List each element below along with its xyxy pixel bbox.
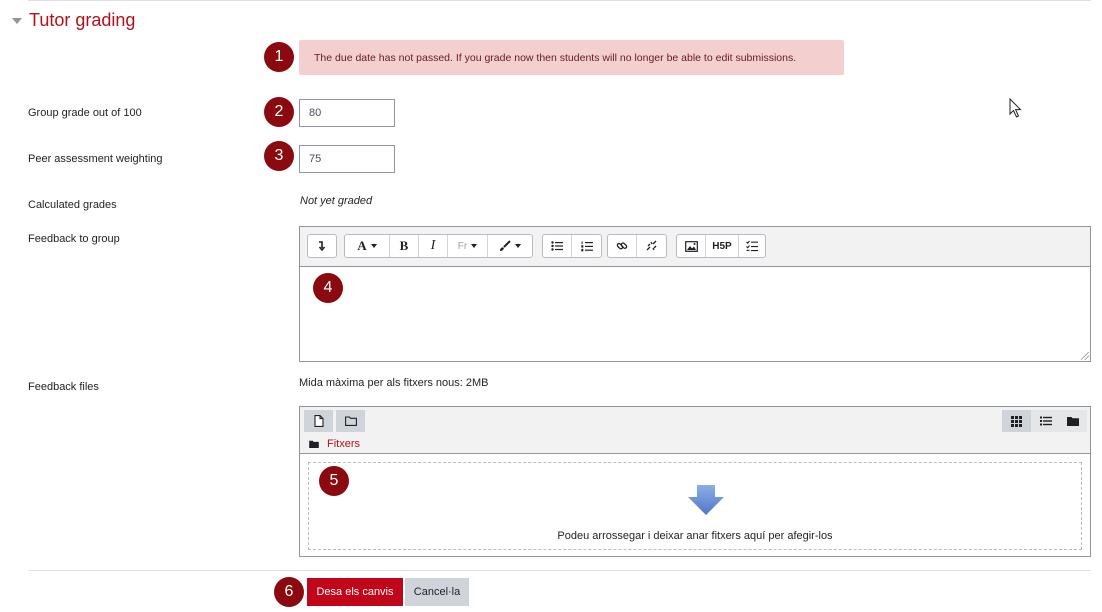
file-manager: Fitxers Podeu arrossegar i deixar anar f… <box>299 406 1091 557</box>
add-file-button[interactable] <box>304 410 333 432</box>
image-icon <box>684 240 698 252</box>
cancel-button[interactable]: Cancel·la <box>405 578 469 606</box>
paintbrush-icon <box>500 240 511 251</box>
list-icon <box>1039 416 1052 426</box>
section-title: Tutor grading <box>29 10 136 30</box>
checklist-icon <box>746 240 758 252</box>
max-file-size: Mida màxima per als fitxers nous: 2MB <box>299 377 489 389</box>
toolbar-group-links <box>607 234 667 258</box>
show-more-icon <box>318 241 326 251</box>
italic-button[interactable]: I <box>419 235 448 257</box>
feedback-editor: A B I Fr H5P <box>299 226 1091 362</box>
create-folder-button[interactable] <box>336 410 365 432</box>
toolbar-group-lists <box>542 234 602 258</box>
bullet-list-icon <box>551 241 563 251</box>
toolbar-group-style: A B I Fr <box>344 234 533 258</box>
section-toggle[interactable]: Tutor grading <box>12 10 135 31</box>
link-button[interactable] <box>608 235 637 257</box>
resize-handle-icon[interactable] <box>1081 352 1089 360</box>
h5p-button[interactable]: H5P <box>706 235 739 257</box>
view-tree-button[interactable] <box>1058 410 1087 432</box>
toolbar-group-collapse <box>307 234 337 258</box>
group-grade-label: Group grade out of 100 <box>28 107 142 119</box>
unordered-list-button[interactable] <box>543 235 572 257</box>
dropdown-caret-icon <box>471 244 478 248</box>
language-button[interactable]: Fr <box>448 235 488 257</box>
file-dropzone[interactable]: Podeu arrossegar i deixar anar fitxers a… <box>308 462 1082 550</box>
show-more-button[interactable] <box>308 235 336 257</box>
feedback-label: Feedback to group <box>28 233 120 245</box>
annotation-badge-5: 5 <box>319 466 349 496</box>
toolbar-group-media: H5P <box>676 234 766 258</box>
unlink-icon <box>646 240 656 251</box>
annotation-badge-6: 6 <box>274 577 304 607</box>
group-grade-input[interactable] <box>299 99 395 127</box>
numbered-list-icon <box>580 241 593 251</box>
top-divider <box>28 0 1091 1</box>
calculated-grades-label: Calculated grades <box>28 199 117 211</box>
paragraph-style-button[interactable]: A <box>345 235 390 257</box>
feedback-textarea[interactable] <box>300 267 1090 361</box>
collapse-caret-icon <box>12 18 22 24</box>
feedback-files-label: Feedback files <box>28 381 99 393</box>
unlink-button[interactable] <box>637 235 666 257</box>
annotation-badge-4: 4 <box>313 273 343 303</box>
link-icon <box>616 242 628 250</box>
language-label: Fr <box>457 240 468 252</box>
ordered-list-button[interactable] <box>572 235 601 257</box>
annotation-badge-1: 1 <box>264 42 294 72</box>
file-icon <box>313 415 324 427</box>
save-changes-button[interactable]: Desa els canvis <box>307 578 403 606</box>
peer-weighting-input[interactable] <box>299 145 395 173</box>
folder-icon <box>1066 417 1079 426</box>
calculated-grades-value: Not yet graded <box>300 195 373 207</box>
dropzone-text: Podeu arrossegar i deixar anar fitxers a… <box>557 530 833 542</box>
accessibility-checker-button[interactable] <box>739 235 765 257</box>
text-color-button[interactable] <box>488 235 532 257</box>
mouse-pointer-icon <box>1009 98 1022 118</box>
font-style-icon: A <box>357 238 367 253</box>
view-list-button[interactable] <box>1031 410 1060 432</box>
alert-text: The due date has not passed. If you grad… <box>314 51 797 64</box>
view-icons-button[interactable] <box>1002 410 1031 432</box>
bottom-divider <box>28 570 1091 571</box>
path-link-files[interactable]: Fitxers <box>327 438 360 450</box>
annotation-badge-3: 3 <box>264 141 294 171</box>
bold-button[interactable]: B <box>390 235 419 257</box>
download-arrow-icon <box>688 485 724 515</box>
file-manager-toolbar: Fitxers <box>300 407 1090 454</box>
dropdown-caret-icon <box>370 244 377 248</box>
dropdown-caret-icon <box>515 244 521 248</box>
grid-icon <box>1011 415 1022 427</box>
editor-toolbar: A B I Fr H5P <box>300 227 1090 267</box>
insert-image-button[interactable] <box>677 235 706 257</box>
peer-weighting-label: Peer assessment weighting <box>28 153 163 165</box>
due-date-alert: The due date has not passed. If you grad… <box>299 40 844 75</box>
folder-outline-icon <box>344 416 357 426</box>
annotation-badge-2: 2 <box>264 97 294 127</box>
file-path-breadcrumb: Fitxers <box>309 438 360 450</box>
folder-icon <box>309 440 319 448</box>
